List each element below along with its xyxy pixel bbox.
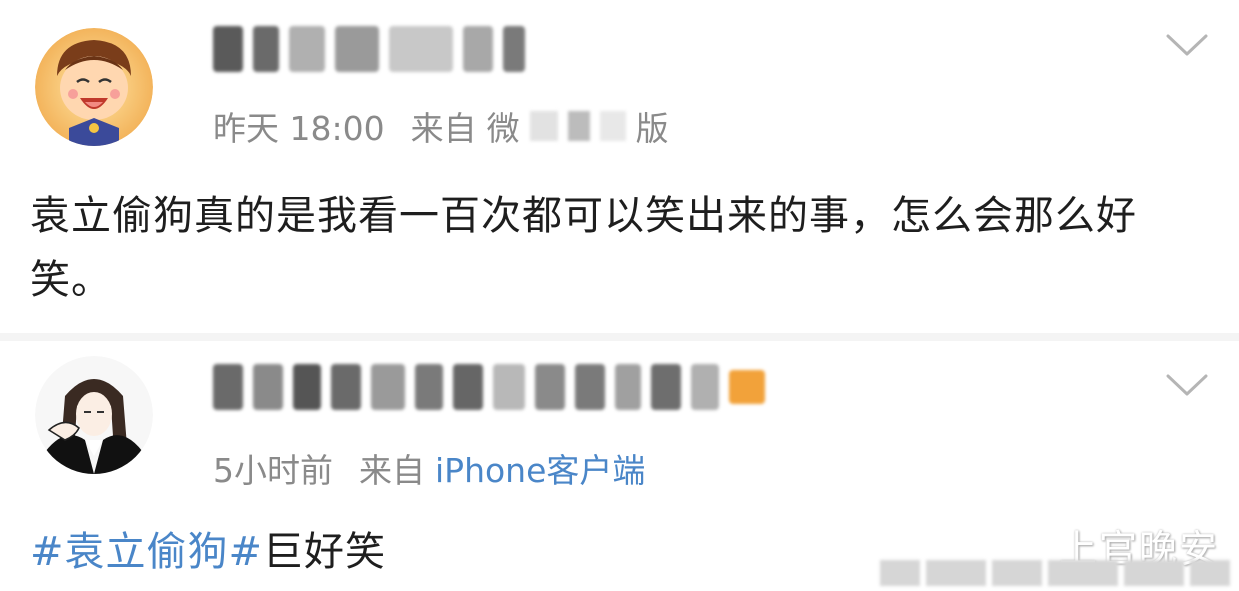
post-1: 昨天 18:00 来自 微 版 袁立偷狗真的是我看一百次都可以笑出来的事，怎么会… <box>0 0 1239 330</box>
chevron-down-icon[interactable] <box>1164 370 1210 400</box>
post-source: 来自 iPhone客户端 <box>359 444 645 492</box>
cartoon-boy-avatar-icon <box>35 28 153 146</box>
post-meta: 昨天 18:00 来自 微 版 <box>213 102 669 150</box>
post-2: 5小时前 来自 iPhone客户端 #袁立偷狗#巨好笑 <box>0 340 1239 591</box>
username-blurred[interactable] <box>213 26 525 72</box>
user-avatar[interactable] <box>35 356 153 474</box>
anime-girl-avatar-icon <box>35 356 153 474</box>
post-time: 5小时前 <box>213 451 333 490</box>
post-source: 来自 微 版 <box>410 109 669 148</box>
watermark-blurred <box>880 560 1230 586</box>
post-content: #袁立偷狗#巨好笑 <box>30 529 387 575</box>
user-avatar[interactable] <box>35 28 153 146</box>
post-time: 昨天 18:00 <box>213 109 385 148</box>
chevron-down-icon[interactable] <box>1164 30 1210 60</box>
post-meta: 5小时前 来自 iPhone客户端 <box>213 444 645 492</box>
hashtag-link[interactable]: #袁立偷狗# <box>30 529 263 575</box>
client-link[interactable]: iPhone客户端 <box>435 444 645 492</box>
username-blurred[interactable] <box>213 364 765 410</box>
post-content: 袁立偷狗真的是我看一百次都可以笑出来的事，怎么会那么好笑。 <box>30 193 1137 303</box>
